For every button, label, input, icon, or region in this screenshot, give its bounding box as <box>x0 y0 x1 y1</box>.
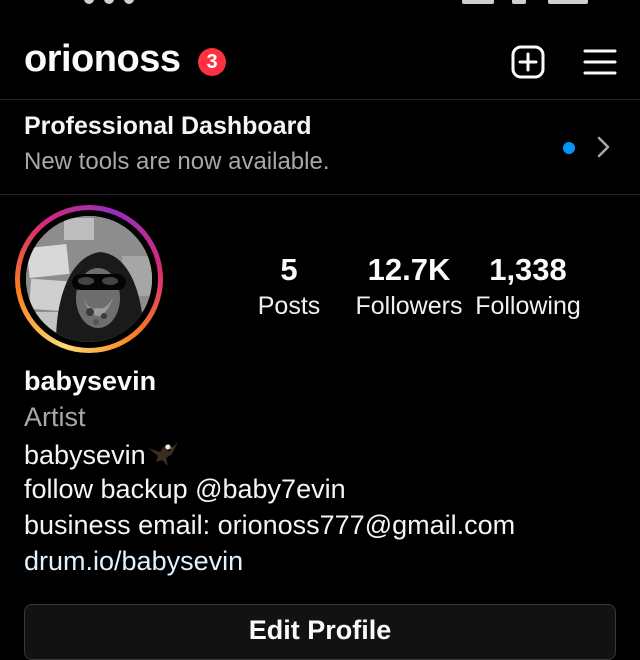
bio-email-line: business email: orionoss777@gmail.com <box>24 510 516 540</box>
following-count[interactable]: 1,338 <box>468 252 588 288</box>
bio-line: babysevin <box>24 438 180 471</box>
dashboard-title: Professional Dashboard <box>24 112 312 140</box>
profile-avatar[interactable] <box>26 216 152 342</box>
dashboard-divider <box>0 194 640 195</box>
avatar-photo <box>26 216 152 342</box>
unread-dot <box>563 142 575 154</box>
bio-link[interactable]: drum.io/babysevin <box>24 546 243 577</box>
profile-category: Artist <box>24 402 86 432</box>
status-indicator <box>104 0 114 4</box>
chevron-right-icon[interactable] <box>594 134 614 160</box>
signal-icon <box>462 0 494 4</box>
bio-text: babysevin <box>24 440 146 470</box>
status-indicator <box>84 0 94 4</box>
battery-icon <box>548 0 588 4</box>
posts-label: Posts <box>257 292 321 320</box>
profile-username-title[interactable]: orionoss <box>24 38 181 81</box>
dashboard-subtitle: New tools are now available. <box>24 148 330 175</box>
status-bar <box>0 0 640 8</box>
plus-square-icon <box>511 45 545 79</box>
followers-count[interactable]: 12.7K <box>349 252 469 288</box>
bio-backup-line: follow backup @baby7evin <box>24 474 346 504</box>
display-name: babysevin <box>24 366 157 396</box>
following-label: Following <box>475 292 581 320</box>
create-button[interactable] <box>510 44 546 80</box>
posts-count[interactable]: 5 <box>239 252 339 288</box>
followers-label: Followers <box>355 292 463 320</box>
menu-button[interactable] <box>582 44 618 80</box>
hamburger-menu-icon <box>583 49 617 75</box>
status-indicator <box>124 0 134 4</box>
edit-profile-button[interactable]: Edit Profile <box>24 604 616 660</box>
wifi-icon <box>512 0 526 4</box>
eagle-icon <box>147 442 178 466</box>
notification-badge[interactable]: 3 <box>198 48 226 76</box>
edit-profile-label: Edit Profile <box>248 615 392 645</box>
